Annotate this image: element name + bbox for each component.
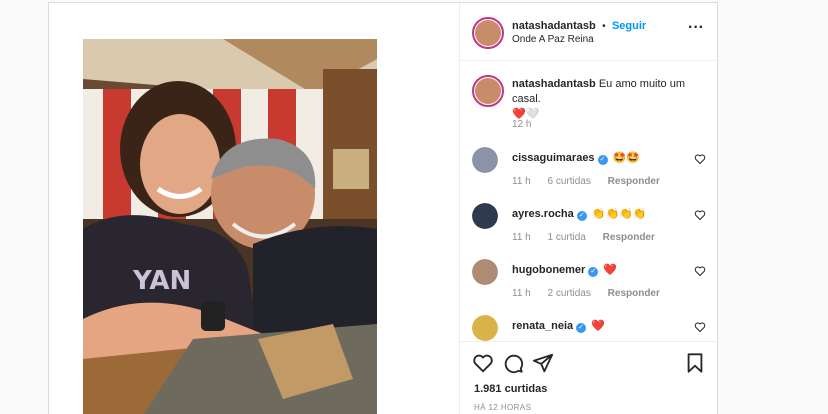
post-photo[interactable]: YAN bbox=[83, 39, 377, 414]
comment-username[interactable]: hugobonemer bbox=[512, 264, 585, 276]
comment-meta: 11 h 6 curtidas Responder bbox=[512, 176, 674, 187]
comment-time[interactable]: 11 h bbox=[512, 288, 531, 299]
svg-text:YAN: YAN bbox=[132, 266, 191, 296]
comments-list: natashadantasb Eu amo muito um casal. ❤️… bbox=[460, 61, 718, 341]
comment-text: 👏👏👏👏 bbox=[591, 208, 647, 220]
more-options-icon[interactable]: ··· bbox=[688, 20, 704, 36]
comment-username[interactable]: ayres.rocha bbox=[512, 208, 574, 220]
author-avatar[interactable] bbox=[472, 17, 504, 49]
caption-time[interactable]: 12 h bbox=[512, 119, 531, 130]
verified-badge-icon: ✓ bbox=[588, 267, 599, 277]
comment-time[interactable]: 11 h bbox=[512, 176, 531, 187]
comment-row: renata_neia ✓ ❤️ bbox=[460, 307, 718, 341]
comment-username[interactable]: cissaguimaraes bbox=[512, 152, 595, 164]
comment-body: ayres.rocha ✓ 👏👏👏👏 bbox=[512, 207, 647, 221]
comment-avatar[interactable] bbox=[472, 259, 498, 285]
speech-bubble-icon[interactable] bbox=[502, 352, 524, 374]
comment-row: hugobonemer ✓ ❤️ 11 h 2 curtidas Responde… bbox=[460, 251, 718, 303]
comment-text: ❤️ bbox=[591, 320, 605, 332]
post-caption: natashadantasb Eu amo muito um casal. ❤️… bbox=[512, 77, 712, 122]
reply-button[interactable]: Responder bbox=[603, 232, 655, 243]
reply-button[interactable]: Responder bbox=[608, 176, 660, 187]
verified-badge-icon: ✓ bbox=[576, 323, 587, 333]
comment-like-heart-icon[interactable] bbox=[694, 321, 706, 333]
comment-avatar[interactable] bbox=[472, 147, 498, 173]
comment-like-heart-icon[interactable] bbox=[694, 209, 706, 221]
verified-badge-icon: ✓ bbox=[576, 211, 587, 221]
paper-plane-icon[interactable] bbox=[532, 352, 554, 374]
comment-body: hugobonemer ✓ ❤️ bbox=[512, 263, 617, 277]
post-actions-bar bbox=[460, 341, 718, 381]
comment-like-heart-icon[interactable] bbox=[694, 153, 706, 165]
heart-outline-icon[interactable] bbox=[472, 352, 494, 374]
post-sidebar: natashadantasb • Seguir Onde A Paz Reina… bbox=[459, 3, 718, 414]
comment-username[interactable]: renata_neia bbox=[512, 320, 573, 332]
separator-dot: • bbox=[602, 21, 606, 32]
comment-text: ❤️ bbox=[603, 264, 618, 276]
bookmark-icon[interactable] bbox=[684, 352, 706, 374]
comment-likes[interactable]: 2 curtidas bbox=[548, 288, 591, 299]
author-username[interactable]: natashadantasb bbox=[512, 20, 596, 32]
follow-button[interactable]: Seguir bbox=[612, 20, 646, 32]
comment-time[interactable]: 11 h bbox=[512, 232, 531, 243]
author-line: natashadantasb • Seguir bbox=[512, 18, 646, 32]
post-timestamp[interactable]: HÁ 12 HORAS bbox=[474, 403, 531, 412]
instagram-post: YAN natashadantasb • Seguir Onde A Paz R… bbox=[48, 2, 718, 414]
comment-row: ayres.rocha ✓ 👏👏👏👏 11 h 1 curtida Respond… bbox=[460, 195, 718, 247]
comment-body: renata_neia ✓ ❤️ bbox=[512, 319, 605, 333]
comment-text: 🤩🤩 bbox=[612, 152, 641, 164]
comment-likes[interactable]: 6 curtidas bbox=[548, 176, 591, 187]
comment-avatar[interactable] bbox=[472, 315, 498, 341]
comment-row: cissaguimaraes ✓ 🤩🤩 11 h 6 curtidas Respo… bbox=[460, 139, 718, 191]
caption-avatar[interactable] bbox=[472, 75, 504, 107]
post-header: natashadantasb • Seguir Onde A Paz Reina… bbox=[460, 3, 718, 61]
comment-avatar[interactable] bbox=[472, 203, 498, 229]
post-location[interactable]: Onde A Paz Reina bbox=[512, 34, 594, 45]
like-count[interactable]: 1.981 curtidas bbox=[474, 383, 547, 395]
verified-badge-icon: ✓ bbox=[597, 155, 608, 165]
comment-meta: 11 h 1 curtida Responder bbox=[512, 232, 669, 243]
comment-likes[interactable]: 1 curtida bbox=[548, 232, 586, 243]
comment-body: cissaguimaraes ✓ 🤩🤩 bbox=[512, 151, 640, 165]
reply-button[interactable]: Responder bbox=[608, 288, 660, 299]
comment-meta: 11 h 2 curtidas Responder bbox=[512, 288, 674, 299]
post-media-area: YAN bbox=[49, 3, 459, 414]
comment-like-heart-icon[interactable] bbox=[694, 265, 706, 277]
caption-username[interactable]: natashadantasb bbox=[512, 78, 596, 90]
couple-photo-illustration: YAN bbox=[83, 39, 377, 414]
